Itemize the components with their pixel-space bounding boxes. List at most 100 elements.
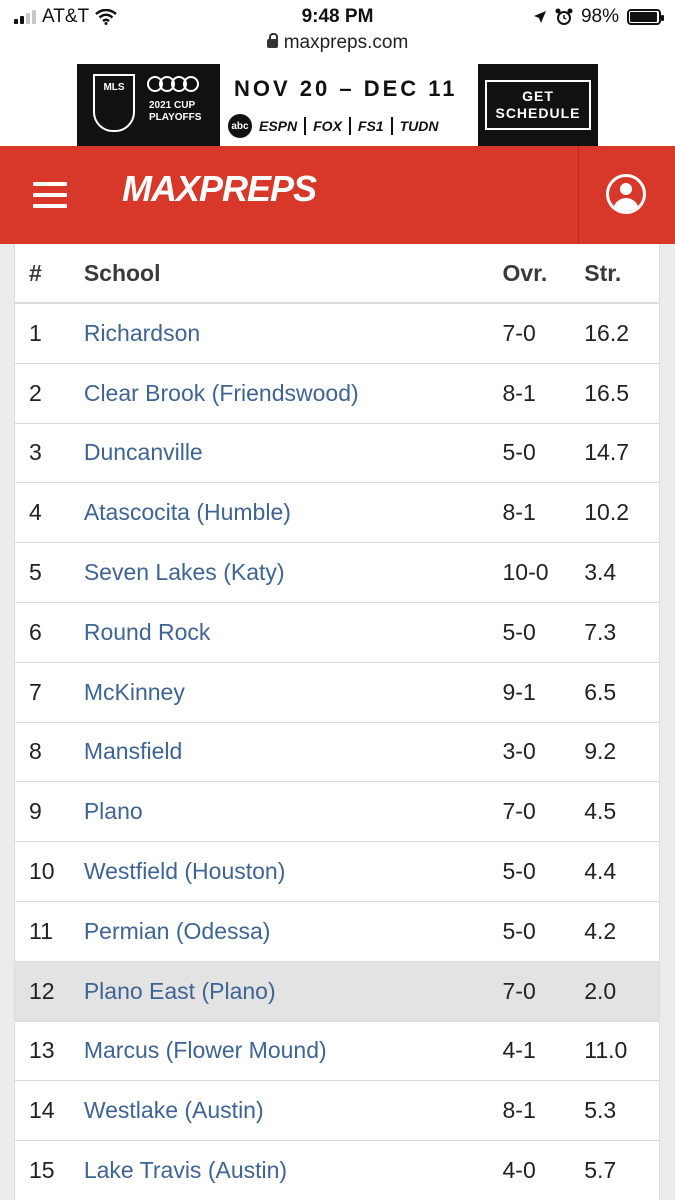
strength-cell: 9.2 xyxy=(584,738,617,765)
site-header: MAXPREPS xyxy=(0,146,675,244)
rank-cell: 13 xyxy=(29,1037,55,1064)
column-header-school[interactable]: School xyxy=(84,260,503,287)
cup-label: 2021 CUP PLAYOFFS xyxy=(149,100,202,123)
rank-cell: 14 xyxy=(29,1097,55,1124)
table-row: 7 McKinney 9-1 6.5 xyxy=(15,663,659,723)
strength-cell: 11.0 xyxy=(584,1037,628,1064)
school-link[interactable]: McKinney xyxy=(84,679,503,706)
school-link[interactable]: Permian (Odessa) xyxy=(84,918,503,945)
ad-info-panel: NOV 20 – DEC 11 abc ESPN FOX FS1 TUDN xyxy=(220,64,478,146)
overall-record-cell: 8-1 xyxy=(502,1097,536,1124)
overall-record-cell: 3-0 xyxy=(502,738,536,765)
url-text: maxpreps.com xyxy=(283,32,409,53)
status-bar: AT&T 9:48 PM 98% xyxy=(0,0,675,34)
strength-cell: 16.5 xyxy=(584,379,629,406)
school-link[interactable]: Round Rock xyxy=(84,619,503,646)
maxpreps-logo[interactable]: MAXPREPS xyxy=(122,168,317,210)
ad-networks: abc ESPN FOX FS1 TUDN xyxy=(228,114,438,138)
school-link[interactable]: Seven Lakes (Katy) xyxy=(84,559,503,586)
overall-record-cell: 7-0 xyxy=(502,798,536,825)
ad-dates: NOV 20 – DEC 11 xyxy=(234,76,458,101)
ad-logo-panel: MLS 2021 CUP PLAYOFFS xyxy=(77,64,220,146)
table-row: 5 Seven Lakes (Katy) 10-0 3.4 xyxy=(15,543,659,603)
table-header: # School Ovr. Str. xyxy=(15,244,659,304)
rank-cell: 11 xyxy=(29,917,53,944)
school-link[interactable]: Plano xyxy=(84,798,503,825)
school-link[interactable]: Atascocita (Humble) xyxy=(84,499,503,526)
user-account-icon[interactable] xyxy=(606,174,646,214)
school-link[interactable]: Marcus (Flower Mound) xyxy=(84,1037,503,1064)
table-row: 13 Marcus (Flower Mound) 4-1 11.0 xyxy=(15,1022,659,1082)
menu-icon[interactable] xyxy=(33,182,67,210)
strength-cell: 4.2 xyxy=(584,917,617,944)
rank-cell: 6 xyxy=(29,618,42,645)
column-header-strength[interactable]: Str. xyxy=(584,260,659,287)
table-row: 1 Richardson 7-0 16.2 xyxy=(15,304,659,364)
school-link[interactable]: Westfield (Houston) xyxy=(84,858,503,885)
strength-cell: 6.5 xyxy=(584,678,617,705)
rank-cell: 3 xyxy=(29,439,42,466)
school-link[interactable]: Plano East (Plano) xyxy=(84,978,503,1005)
network-abc: abc xyxy=(228,114,252,138)
strength-cell: 5.3 xyxy=(584,1097,617,1124)
overall-record-cell: 5-0 xyxy=(502,917,536,944)
strength-cell: 5.7 xyxy=(584,1157,617,1184)
table-row: 11 Permian (Odessa) 5-0 4.2 xyxy=(15,902,659,962)
rank-cell: 10 xyxy=(29,858,55,885)
rank-cell: 15 xyxy=(29,1157,55,1184)
overall-record-cell: 9-1 xyxy=(502,678,536,705)
table-row: 6 Round Rock 5-0 7.3 xyxy=(15,603,659,663)
mls-logo: MLS xyxy=(93,74,135,132)
overall-record-cell: 4-0 xyxy=(502,1157,536,1184)
network-fox: FOX xyxy=(313,118,342,134)
battery-icon xyxy=(627,9,664,25)
url-bar[interactable]: maxpreps.com xyxy=(0,32,675,60)
rank-cell: 1 xyxy=(29,319,42,346)
rank-cell: 9 xyxy=(29,798,42,825)
strength-cell: 2.0 xyxy=(584,977,617,1004)
school-link[interactable]: Mansfield xyxy=(84,738,503,765)
strength-cell: 7.3 xyxy=(584,618,617,645)
school-link[interactable]: Clear Brook (Friendswood) xyxy=(84,380,503,407)
column-header-overall[interactable]: Ovr. xyxy=(503,260,585,287)
school-link[interactable]: Duncanville xyxy=(84,439,503,466)
ad-cta-panel: GET SCHEDULE xyxy=(478,64,598,146)
school-link[interactable]: Richardson xyxy=(84,320,503,347)
table-row: 2 Clear Brook (Friendswood) 8-1 16.5 xyxy=(15,364,659,424)
strength-cell: 10.2 xyxy=(584,499,629,526)
rank-cell: 7 xyxy=(29,678,42,705)
column-header-rank: # xyxy=(29,259,42,286)
rank-cell: 12 xyxy=(29,977,55,1004)
overall-record-cell: 4-1 xyxy=(502,1037,536,1064)
strength-cell: 14.7 xyxy=(584,439,629,466)
strength-cell: 3.4 xyxy=(584,559,617,586)
school-link[interactable]: Westlake (Austin) xyxy=(84,1097,503,1124)
rank-cell: 2 xyxy=(29,379,42,406)
overall-record-cell: 7-0 xyxy=(502,977,536,1004)
get-schedule-button[interactable]: GET SCHEDULE xyxy=(485,80,591,130)
table-row: 3 Duncanville 5-0 14.7 xyxy=(15,424,659,484)
lock-icon xyxy=(266,33,278,48)
alarm-clock-icon xyxy=(555,8,573,25)
network-tudn: TUDN xyxy=(399,118,439,134)
overall-record-cell: 8-1 xyxy=(502,379,536,406)
table-row: 14 Westlake (Austin) 8-1 5.3 xyxy=(15,1081,659,1142)
overall-record-cell: 5-0 xyxy=(502,618,536,645)
header-divider xyxy=(578,146,579,244)
table-row: 9 Plano 7-0 4.5 xyxy=(15,782,659,843)
table-row: 10 Westfield (Houston) 5-0 4.4 xyxy=(15,842,659,902)
status-right: 98% xyxy=(533,6,664,28)
overall-record-cell: 7-0 xyxy=(502,319,536,346)
rank-cell: 8 xyxy=(29,738,42,765)
school-link[interactable]: Lake Travis (Austin) xyxy=(84,1157,503,1184)
location-arrow-icon xyxy=(533,11,546,23)
audi-rings-icon xyxy=(147,76,199,92)
strength-cell: 16.2 xyxy=(584,319,629,346)
strength-cell: 4.4 xyxy=(584,858,617,885)
overall-record-cell: 8-1 xyxy=(502,499,536,526)
table-row: 8 Mansfield 3-0 9.2 xyxy=(15,723,659,783)
overall-record-cell: 5-0 xyxy=(502,439,536,466)
table-row: 4 Atascocita (Humble) 8-1 10.2 xyxy=(15,483,659,544)
table-row: 15 Lake Travis (Austin) 4-0 5.7 xyxy=(15,1141,659,1200)
ad-banner[interactable]: MLS 2021 CUP PLAYOFFS NOV 20 – DEC 11 ab… xyxy=(77,64,598,146)
